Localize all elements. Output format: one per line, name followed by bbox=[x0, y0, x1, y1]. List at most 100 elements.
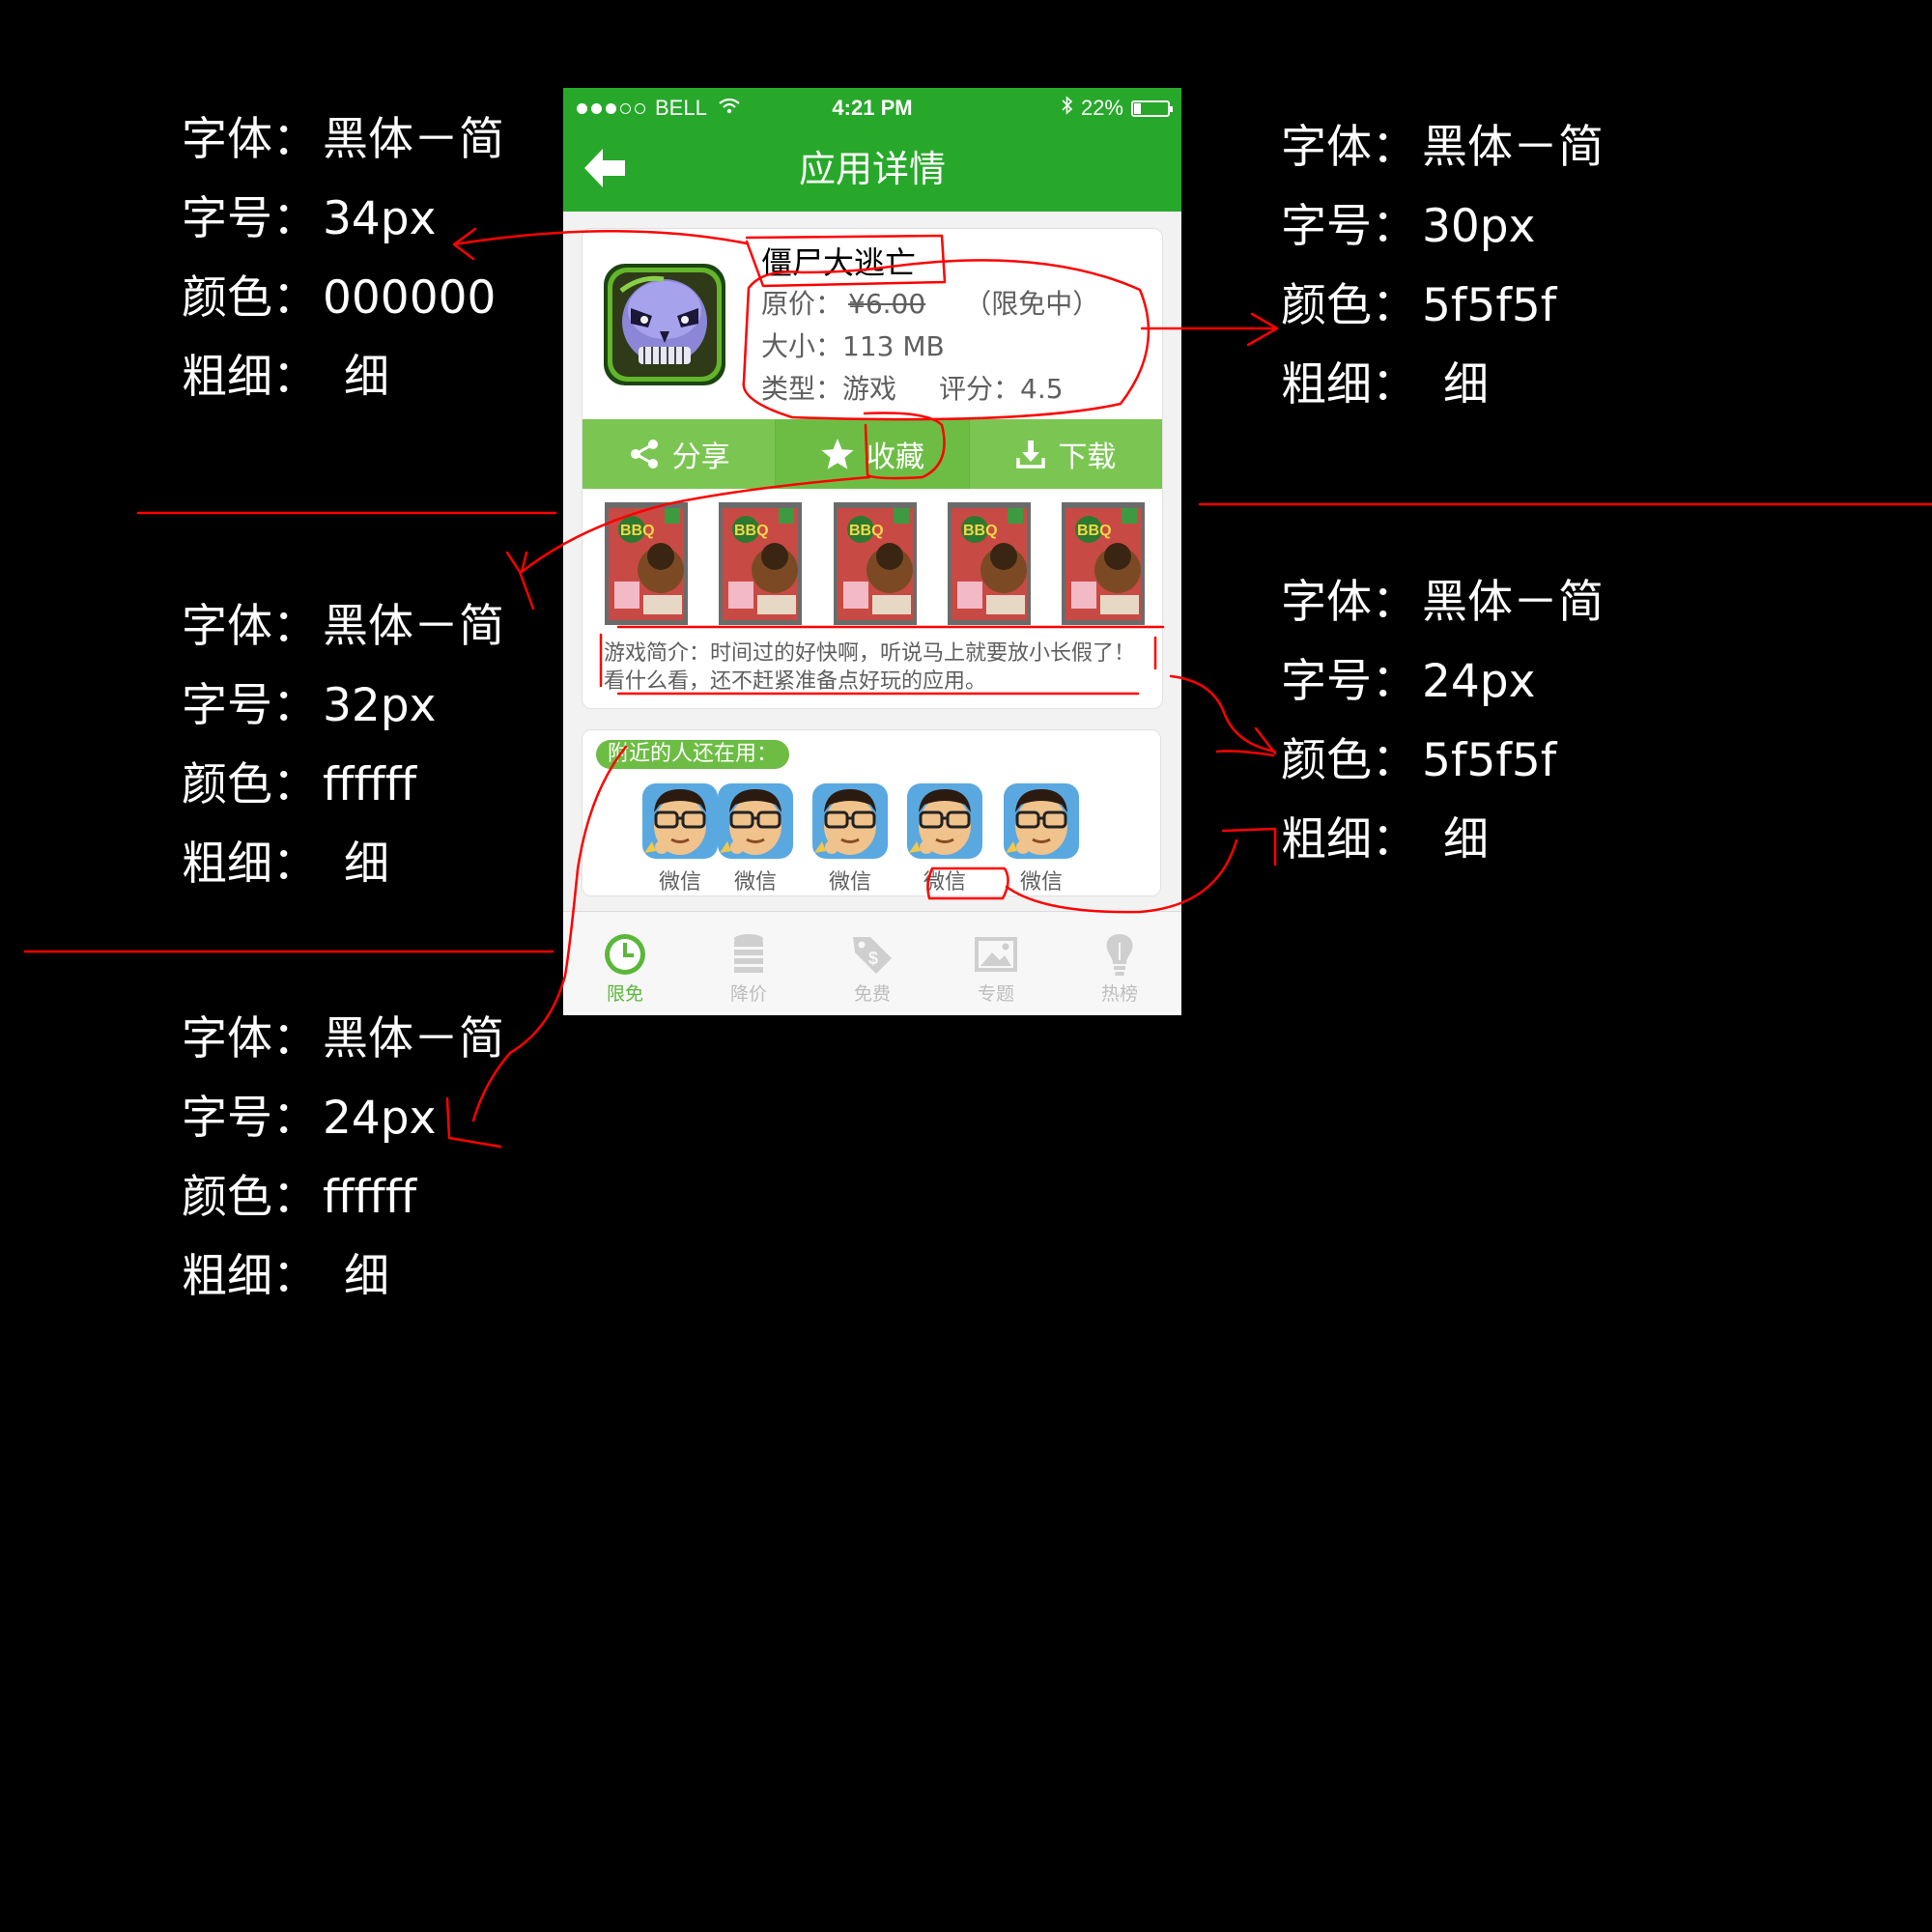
annotation-line: 颜色： 5f5f5f bbox=[1281, 267, 1604, 346]
nearby-app[interactable]: 微信 bbox=[640, 783, 720, 895]
page-title: 应用详情 bbox=[798, 148, 946, 190]
annotation-label: 颜色 bbox=[1281, 734, 1372, 787]
annotation-value: 细 bbox=[1443, 358, 1489, 412]
annotation-label: 字体 bbox=[1281, 576, 1372, 629]
tab-price-drop[interactable]: 降价 bbox=[687, 912, 810, 1015]
tab-label: 免费 bbox=[853, 983, 891, 1005]
tab-topics[interactable]: 专题 bbox=[934, 912, 1058, 1015]
action-bar: 分享 收藏 下载 bbox=[582, 419, 1162, 489]
nearby-app[interactable]: 微信 bbox=[905, 783, 984, 895]
tab-free[interactable]: $ 免费 bbox=[810, 912, 934, 1015]
annotation-value: 黑体－简 bbox=[1422, 121, 1604, 174]
screenshot-thumb[interactable]: BBQ bbox=[948, 502, 1031, 625]
annotation-label: 颜色 bbox=[182, 1171, 272, 1224]
type-line: 类型：游戏 评分：4.5 bbox=[761, 368, 1064, 407]
favorite-button[interactable]: 收藏 bbox=[776, 419, 970, 489]
tab-limited-free[interactable]: 限免 bbox=[563, 912, 687, 1015]
price-line: 原价： ¥6.00 （限免中） bbox=[761, 283, 1099, 322]
svg-text:BBQ: BBQ bbox=[849, 523, 884, 539]
nearby-app-name: 微信 bbox=[828, 870, 871, 895]
nearby-app-name: 微信 bbox=[923, 870, 966, 895]
annotation-value: 30px bbox=[1422, 200, 1536, 253]
svg-text:BBQ: BBQ bbox=[620, 523, 655, 539]
annotation-value: 黑体－简 bbox=[323, 600, 504, 653]
app-type: 游戏 bbox=[842, 373, 897, 405]
annotation-value: 细 bbox=[344, 1250, 389, 1303]
annotation-label: 字号 bbox=[182, 679, 272, 732]
annotation-block-actions: 字体： 黑体－简 字号： 32px 颜色： ffffff 粗细：细 bbox=[182, 587, 504, 904]
nearby-users-card: 附近的人还在用： 微信 微信 微信 微信 微信 bbox=[582, 729, 1161, 896]
annotation-label: 颜色 bbox=[1281, 279, 1372, 332]
svg-text:$: $ bbox=[868, 949, 878, 968]
annotation-label: 颜色 bbox=[182, 758, 272, 811]
intro-arrow bbox=[1169, 674, 1277, 757]
annotation-label: 粗细 bbox=[1281, 358, 1372, 412]
nearby-app-name: 微信 bbox=[1019, 870, 1063, 895]
battery-percent: 22% bbox=[1080, 96, 1123, 120]
annotation-line: 字号： 34px bbox=[182, 180, 504, 259]
annotation-value: 24px bbox=[1422, 655, 1536, 708]
annotation-line: 颜色： ffffff bbox=[182, 1158, 504, 1237]
avatar bbox=[1004, 783, 1079, 859]
price-tag-icon: $ bbox=[849, 931, 895, 978]
nearby-app[interactable]: 微信 bbox=[810, 783, 890, 895]
share-icon bbox=[630, 440, 658, 469]
annotation-label: 字体 bbox=[182, 600, 272, 653]
nearby-app[interactable]: 微信 bbox=[1002, 783, 1081, 895]
status-bar: BELL 4:21 PM 22% bbox=[563, 88, 1181, 127]
screenshot-thumb[interactable]: BBQ bbox=[719, 502, 802, 625]
annotation-value: 细 bbox=[344, 351, 389, 404]
screenshot-thumb[interactable]: BBQ bbox=[1062, 502, 1145, 625]
download-label: 下载 bbox=[1058, 440, 1117, 474]
screenshot-strip[interactable]: BBQ BBQ BBQ BBQ BBQ bbox=[605, 502, 1146, 626]
annotation-line: 颜色： 000000 bbox=[182, 259, 504, 338]
status-right: 22% bbox=[1062, 96, 1173, 121]
screenshot-thumb[interactable]: BBQ bbox=[605, 502, 688, 625]
tab-label: 限免 bbox=[606, 983, 643, 1005]
annotation-line: 字体： 黑体－简 bbox=[182, 1000, 504, 1079]
avatar bbox=[642, 783, 718, 859]
annotation-block-nearby: 字体： 黑体－简 字号： 24px 颜色： ffffff 粗细：细 bbox=[182, 1000, 504, 1317]
app-name: 僵尸大逃亡 bbox=[761, 244, 917, 281]
type-label: 类型： bbox=[761, 373, 843, 405]
share-button[interactable]: 分享 bbox=[582, 419, 777, 489]
annotation-value: 5f5f5f bbox=[1422, 734, 1557, 787]
annotation-value: 黑体－简 bbox=[323, 113, 504, 166]
share-label: 分享 bbox=[671, 440, 730, 474]
annotation-line: 颜色： 5f5f5f bbox=[1281, 722, 1604, 801]
annotation-label: 字体 bbox=[1281, 121, 1372, 174]
annotation-line: 字号： 24px bbox=[182, 1079, 504, 1158]
app-icon bbox=[602, 262, 727, 387]
tab-hot-list[interactable]: 热榜 bbox=[1058, 912, 1181, 1015]
phone-screen: BELL 4:21 PM 22% 应用详情 僵尸大逃亡 原价： ¥6.00 （限… bbox=[563, 88, 1181, 1015]
annotation-label: 字体 bbox=[182, 113, 272, 166]
annotation-value: ffffff bbox=[323, 1171, 417, 1224]
size-line: 大小：113 MB bbox=[761, 326, 945, 364]
free-tag: （限免中） bbox=[964, 288, 1100, 320]
download-button[interactable]: 下载 bbox=[970, 419, 1162, 489]
app-detail-card: 僵尸大逃亡 原价： ¥6.00 （限免中） 大小：113 MB 类型：游戏 评分：4.… bbox=[582, 228, 1163, 709]
price-label: 原价： bbox=[761, 288, 843, 320]
annotation-label: 粗细 bbox=[182, 351, 272, 404]
screenshot-thumb[interactable]: BBQ bbox=[834, 502, 917, 625]
nearby-app[interactable]: 微信 bbox=[716, 783, 795, 895]
nav-bar: 应用详情 bbox=[563, 127, 1181, 212]
annotation-value: 细 bbox=[344, 838, 389, 891]
annotation-line: 粗细：细 bbox=[182, 825, 504, 904]
original-price: ¥6.00 bbox=[848, 288, 926, 320]
annotation-line: 字体： 黑体－简 bbox=[1281, 108, 1604, 187]
annotation-line: 字体： 黑体－简 bbox=[182, 100, 504, 180]
annotation-line: 颜色： ffffff bbox=[182, 746, 504, 825]
app-rating: 4.5 bbox=[1020, 373, 1064, 405]
annotation-value: 32px bbox=[323, 679, 437, 732]
annotation-line: 粗细：细 bbox=[1281, 346, 1604, 425]
annotation-value: 黑体－简 bbox=[1422, 576, 1604, 629]
annotation-value: 34px bbox=[323, 192, 437, 245]
game-intro-text: 游戏简介：时间过的好快啊，听说马上就要放小长假了！看什么看，还不赶紧准备点好玩的… bbox=[604, 641, 1136, 694]
annotation-value: ffffff bbox=[323, 758, 417, 811]
tab-bar: 限免 降价 $ 免费 专题 热榜 bbox=[563, 911, 1181, 1015]
annotation-block-title: 字体： 黑体－简 字号： 34px 颜色： 000000 粗细：细 bbox=[182, 100, 504, 417]
download-icon bbox=[1016, 440, 1046, 469]
annotation-label: 字号 bbox=[182, 192, 272, 245]
lightbulb-icon bbox=[1096, 931, 1143, 978]
